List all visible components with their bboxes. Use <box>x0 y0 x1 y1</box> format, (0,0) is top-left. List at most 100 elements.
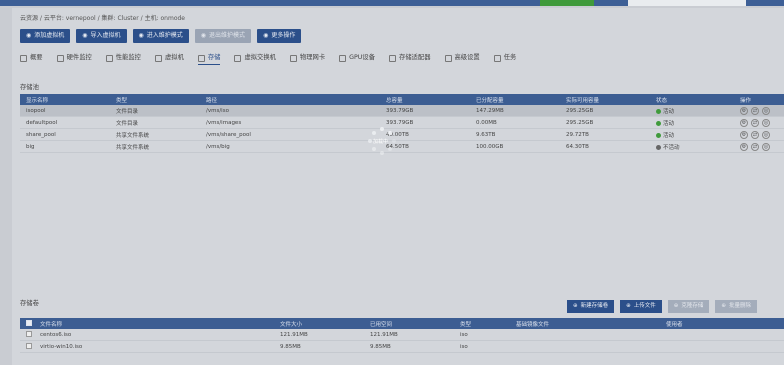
toolbar-button-label: 导入虚拟机 <box>90 32 121 39</box>
spinner-dot <box>392 139 396 143</box>
volume-action-label: 上传文件 <box>633 303 656 309</box>
pool-column-header[interactable]: 实际可用容量 <box>560 94 650 105</box>
row-checkbox[interactable] <box>26 331 32 338</box>
breadcrumb-text[interactable]: 云资源 / 云平台: vernepool / 集群: Cluster / 主机:… <box>20 15 185 22</box>
pool-cell-path: /vms/share_pool <box>200 128 380 141</box>
settings-icon[interactable]: ⚙ <box>740 142 748 151</box>
delete-icon: ⊕ <box>721 303 726 309</box>
table-row[interactable]: share_pool 共享文件系统/vms/share_pool 40.00TB 9.… <box>20 128 784 141</box>
volume-cell-size: 121.91MB <box>274 329 364 341</box>
tab-label: 虚拟机 <box>164 54 184 61</box>
pool-column-header[interactable]: 类型 <box>110 94 200 105</box>
row-operations: ⚙ ⇄ ◎ <box>734 116 784 129</box>
status-text: 不活动 <box>663 144 680 151</box>
table-row[interactable]: virtio-win10.iso 9.85MB 9.85MB iso <box>20 340 784 353</box>
toolbar: ◉ 添加虚拟机 ◉ 导入虚拟机 ◉ 进入维护模式 ◉ 退出维护模式 ◉ 更多操作 <box>20 29 302 43</box>
volume-action-1[interactable]: ⊕ 上传文件 <box>620 300 662 313</box>
tab-0[interactable]: 概要 <box>20 52 43 64</box>
tab-7[interactable]: GPU设备 <box>339 52 375 64</box>
tab-10[interactable]: 任务 <box>493 52 517 64</box>
pool-column-header[interactable]: 总容量 <box>380 94 470 105</box>
gauge-icon <box>105 54 113 62</box>
pool-cell-type: 共享文件系统 <box>110 128 200 141</box>
loading-spinner: 加载中 <box>367 126 397 156</box>
pool-cell-type: 共享文件系统 <box>110 140 200 153</box>
top-search-block <box>628 0 746 6</box>
pool-column-header[interactable]: 路径 <box>200 94 380 105</box>
table-row[interactable]: big 共享文件系统/vms/big 64.50TB 100.00GB 64.30TB 不… <box>20 140 784 153</box>
tab-3[interactable]: 虚拟机 <box>154 52 184 64</box>
select-all-checkbox[interactable] <box>26 320 32 327</box>
status-badge: 活动 <box>650 105 734 117</box>
volume-action-label: 克隆存储 <box>681 303 704 309</box>
refresh-icon[interactable]: ⇄ <box>751 118 759 127</box>
select-all-cell <box>20 318 34 329</box>
table-row[interactable]: centos6.iso 121.91MB 121.91MB iso <box>20 329 784 341</box>
row-operations: ⚙ ⇄ ◎ <box>734 140 784 153</box>
volume-action-2[interactable]: ⊕ 克隆存储 <box>667 300 710 313</box>
pool-column-header[interactable]: 已分配容量 <box>470 94 560 105</box>
spinner-dot <box>371 130 376 135</box>
volume-cell-size: 9.85MB <box>274 340 364 353</box>
settings-icon[interactable]: ⚙ <box>740 130 748 139</box>
volume-column-header[interactable]: 使用者 <box>660 318 784 329</box>
tab-8[interactable]: 存储适配器 <box>389 52 431 64</box>
more-icon: ◉ <box>263 32 269 39</box>
tab-bar: 概要 硬件监控 性能监控 虚拟机 存储 虚拟交换机 物理网卡 GPU设备 存储适配器 高级设置 任务 <box>20 52 517 65</box>
tab-6[interactable]: 物理网卡 <box>289 52 325 64</box>
row-checkbox[interactable] <box>26 343 32 350</box>
status-dot <box>656 120 661 126</box>
volume-action-0[interactable]: ⊕ 新建存储卷 <box>567 300 615 313</box>
toolbar-button-1[interactable]: ◉ 导入虚拟机 <box>76 29 127 43</box>
toolbar-button-0[interactable]: ◉ 添加虚拟机 <box>20 29 71 43</box>
pool-cell-available: 64.30TB <box>560 140 650 153</box>
pool-column-header[interactable]: 显示名称 <box>20 94 110 105</box>
pool-column-header[interactable]: 操作 <box>734 94 784 105</box>
volume-action-3[interactable]: ⊕ 批量删除 <box>715 300 757 313</box>
status-dot <box>656 144 661 150</box>
volume-column-header[interactable]: 文件名称 <box>34 318 274 329</box>
pool-column-header[interactable]: 状态 <box>650 94 734 105</box>
tab-label: 任务 <box>503 54 517 61</box>
volume-cell-used: 9.85MB <box>364 340 454 353</box>
monitor-icon <box>56 54 64 62</box>
pool-cell-available: 295.25GB <box>560 116 650 129</box>
pool-cell-name: big <box>20 140 110 153</box>
top-app-bar <box>0 0 784 6</box>
refresh-icon[interactable]: ⇄ <box>751 142 759 151</box>
target-icon[interactable]: ◎ <box>762 118 770 127</box>
pool-cell-allocated: 100.00GB <box>470 140 560 153</box>
target-icon[interactable]: ◎ <box>762 130 770 139</box>
upload-icon: ⊕ <box>626 303 631 309</box>
pool-cell-name: share_pool <box>20 128 110 141</box>
vm-icon <box>154 54 162 62</box>
status-badge: 活动 <box>650 116 734 129</box>
tab-4[interactable]: 存储 <box>197 52 221 65</box>
volume-column-header[interactable]: 类型 <box>454 318 510 329</box>
toolbar-button-label: 进入维护模式 <box>146 32 183 39</box>
target-icon[interactable]: ◎ <box>762 142 770 151</box>
refresh-icon[interactable]: ⇄ <box>751 130 759 139</box>
target-icon[interactable]: ◎ <box>762 106 770 115</box>
pool-cell-path: /vms/images <box>200 116 380 129</box>
tab-1[interactable]: 硬件监控 <box>56 52 92 64</box>
volume-column-header[interactable]: 已用空间 <box>364 318 454 329</box>
table-row[interactable]: isopool 文件目录/vms/iso 393.79GB 147.29MB 295.2… <box>20 105 784 117</box>
tab-9[interactable]: 高级设置 <box>444 52 480 64</box>
spinner-dot <box>388 130 393 135</box>
volume-column-header[interactable]: 基础镜像文件 <box>510 318 660 329</box>
toolbar-button-4[interactable]: ◉ 更多操作 <box>257 29 302 43</box>
settings-icon[interactable]: ⚙ <box>740 118 748 127</box>
toolbar-button-3[interactable]: ◉ 退出维护模式 <box>194 29 252 43</box>
tab-2[interactable]: 性能监控 <box>105 52 141 64</box>
spinner-dot <box>371 147 376 152</box>
tab-5[interactable]: 虚拟交换机 <box>234 52 276 64</box>
refresh-icon[interactable]: ⇄ <box>751 106 759 115</box>
toolbar-button-2[interactable]: ◉ 进入维护模式 <box>132 29 189 43</box>
table-row[interactable]: defaultpool 文件目录/vms/images 393.79GB 0.00MB… <box>20 116 784 129</box>
volume-action-label: 批量删除 <box>728 303 751 309</box>
volume-action-label: 新建存储卷 <box>580 303 609 309</box>
settings-icon[interactable]: ⚙ <box>740 106 748 115</box>
status-text: 活动 <box>663 108 675 115</box>
volume-column-header[interactable]: 文件大小 <box>274 318 364 329</box>
